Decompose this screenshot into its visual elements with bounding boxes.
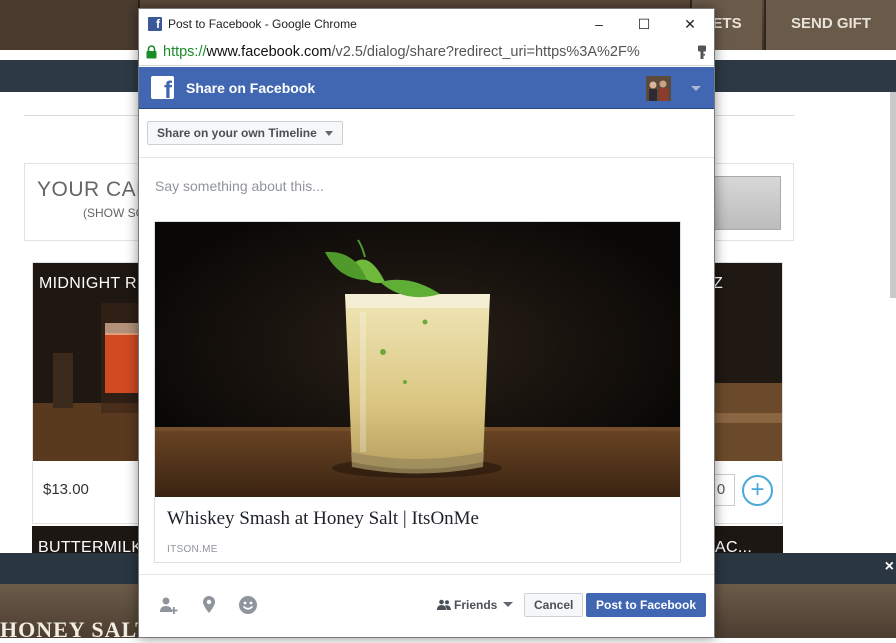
tag-friends-icon[interactable]: [159, 595, 179, 615]
feeling-smiley-icon[interactable]: [238, 595, 258, 615]
add-to-cart-plus-icon[interactable]: +: [742, 475, 773, 506]
link-domain: ITSON.ME: [167, 544, 218, 555]
url-scheme: https://: [163, 44, 207, 60]
window-title: Post to Facebook - Google Chrome: [168, 17, 357, 31]
product-card[interactable]: MIDNIGHT R $13.00: [32, 262, 140, 524]
link-preview-image: [155, 222, 680, 497]
window-titlebar[interactable]: f Post to Facebook - Google Chrome – ☐ ✕: [139, 9, 714, 39]
message-input[interactable]: Say something about this...: [155, 178, 324, 194]
header-wood-panel: [0, 0, 140, 50]
facebook-logo-icon: f: [151, 76, 174, 99]
url-path: /v2.5/dialog/share?redirect_uri=https%3A…: [331, 44, 640, 60]
avatar[interactable]: [646, 76, 671, 101]
close-icon[interactable]: ×: [885, 558, 894, 576]
cart-subtitle[interactable]: (SHOW SO: [83, 206, 145, 220]
lock-icon[interactable]: [146, 45, 157, 59]
product-image: MIDNIGHT R: [33, 263, 139, 461]
link-preview-card[interactable]: Whiskey Smash at Honey Salt | ItsOnMe IT…: [154, 221, 681, 563]
maximize-button[interactable]: ☐: [628, 13, 660, 35]
chevron-down-icon: [503, 602, 514, 607]
link-title[interactable]: Whiskey Smash at Honey Salt | ItsOnMe: [167, 508, 479, 530]
friends-audience-icon: [437, 599, 451, 610]
dialog-title: Share on Facebook: [186, 80, 316, 96]
post-to-facebook-button[interactable]: Post to Facebook: [586, 593, 707, 617]
url-domain: www.facebook.com: [206, 44, 332, 60]
location-pin-icon[interactable]: [201, 595, 217, 615]
share-destination-select[interactable]: Share on your own Timeline: [147, 121, 343, 145]
address-bar[interactable]: https://www.facebook.com/v2.5/dialog/sha…: [139, 39, 714, 66]
whiskey-smash-photo: [155, 222, 680, 497]
nav-item-send-gift[interactable]: SEND GIFT: [764, 0, 896, 50]
product-card[interactable]: BUTTERMILK: [32, 526, 140, 556]
close-window-button[interactable]: ✕: [674, 13, 706, 35]
fb-favicon-icon: f: [148, 17, 162, 31]
product-title: MIDNIGHT R: [39, 275, 137, 292]
audience-label: Friends: [454, 598, 498, 612]
minimize-button[interactable]: –: [583, 13, 615, 35]
key-icon[interactable]: [697, 45, 707, 60]
avatar-photo: [646, 76, 671, 101]
page-scrollbar[interactable]: [890, 92, 896, 298]
cart-title: YOUR CAR: [37, 178, 152, 201]
dialog-header: f Share on Facebook: [139, 67, 714, 109]
divider: [139, 157, 714, 158]
cancel-button[interactable]: Cancel: [524, 593, 584, 617]
share-popup-window: f Post to Facebook - Google Chrome – ☐ ✕…: [138, 8, 715, 638]
chevron-down-icon: [324, 131, 333, 136]
share-destination-label: Share on your own Timeline: [157, 126, 317, 140]
url-text[interactable]: https://www.facebook.com/v2.5/dialog/sha…: [163, 44, 640, 60]
audience-selector[interactable]: Friends: [437, 598, 514, 612]
divider: [139, 574, 714, 575]
product-price: $13.00: [43, 481, 89, 498]
account-chevron-down-icon[interactable]: [691, 86, 701, 91]
